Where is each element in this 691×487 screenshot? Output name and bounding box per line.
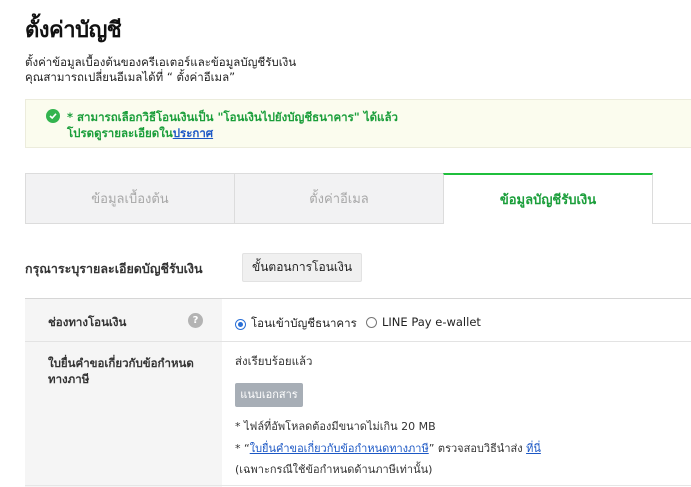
radio-line-pay-label: LINE Pay e-wallet — [382, 315, 481, 329]
radio-bank-transfer[interactable]: โอนเข้าบัญชีธนาคาร — [235, 315, 357, 333]
note-middle: ” ตรวจสอบวิธีนำส่ง — [428, 442, 523, 455]
tax-form-label: ใบยื่นคำขอเกี่ยวกับข้อกำหนดทางภาษี — [48, 356, 194, 386]
note-prefix: * “ — [235, 442, 250, 455]
file-size-note: * ไฟล์ที่อัพโหลดต้องมีขนาดไม่เกิน 20 MB — [235, 420, 436, 433]
page-title: ตั้งค่าบัญชี — [25, 18, 122, 43]
email-change-hint: คุณสามารถเปลี่ยนอีเมลได้ที่ “ ตั้งค่าอีเ… — [25, 70, 236, 84]
payment-form: ช่องทางโอนเงิน ? โอนเข้าบัญชีธนาคาร LINE… — [25, 298, 691, 487]
tax-form-link[interactable]: ใบยื่นคำขอเกี่ยวกับข้อกำหนดทางภาษี — [250, 442, 429, 455]
tab-basic-info[interactable]: ข้อมูลเบื้องต้น — [25, 173, 235, 224]
notice-detail-prefix: โปรดดูรายละเอียดใน — [67, 126, 173, 140]
radio-button-selected[interactable] — [235, 318, 246, 330]
notice-detail: โปรดดูรายละเอียดในประกาศ — [67, 125, 213, 143]
settings-tabs: ข้อมูลเบื้องต้น ตั้งค่าอีเมล ข้อมูลบัญชี… — [25, 173, 691, 224]
radio-bank-transfer-label: โอนเข้าบัญชีธนาคาร — [251, 316, 357, 330]
radio-line-pay[interactable]: LINE Pay e-wallet — [366, 315, 481, 329]
check-circle-icon — [46, 109, 60, 123]
section-heading: กรุณาระบุรายละเอียดบัญชีรับเงิน — [25, 261, 203, 276]
tab-email-settings[interactable]: ตั้งค่าอีเมล — [234, 173, 444, 224]
announcement-link[interactable]: ประกาศ — [173, 126, 213, 140]
transfer-channel-label: ช่องทางโอนเงิน — [48, 315, 127, 329]
here-link[interactable]: ที่นี่ — [526, 442, 541, 455]
attach-document-button[interactable]: แนบเอกสาร — [235, 383, 303, 407]
tab-payment-account[interactable]: ข้อมูลบัญชีรับเงิน — [443, 173, 653, 224]
row-divider — [25, 341, 691, 342]
tax-form-status: ส่งเรียบร้อยแล้ว — [235, 354, 313, 368]
help-icon[interactable]: ? — [188, 313, 203, 328]
tax-form-guide-note: * “ใบยื่นคำขอเกี่ยวกับข้อกำหนดทางภาษี” ต… — [235, 439, 541, 457]
notice-banner: * สามารถเลือกวิธีโอนเงินเป็น "โอนเงินไปย… — [25, 99, 691, 148]
tabs-baseline — [653, 223, 691, 224]
radio-button[interactable] — [366, 316, 377, 328]
transfer-steps-button[interactable]: ขั้นตอนการโอนเงิน — [242, 253, 363, 282]
tax-applicability-note: (เฉพาะกรณีใช้ข้อกำหนดด้านภาษีเท่านั้น) — [235, 463, 433, 476]
